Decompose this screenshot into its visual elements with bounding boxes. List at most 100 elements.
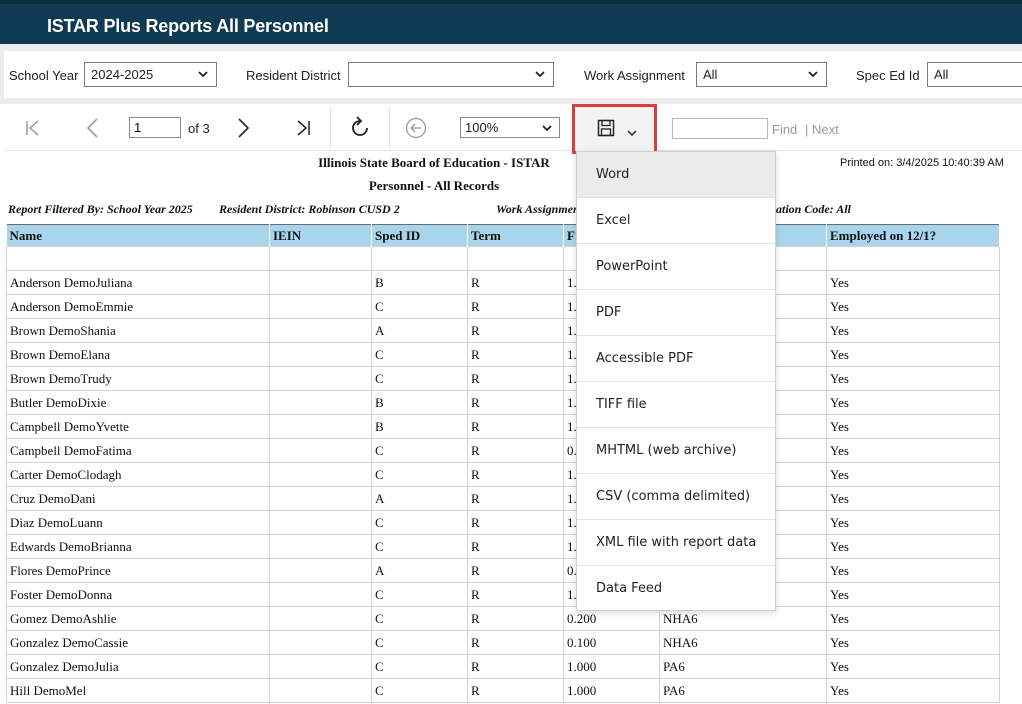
toolbar-separator	[330, 107, 331, 148]
export-option-xml-file-with-report-data[interactable]: XML file with report data	[577, 520, 775, 566]
cell-name: Flores DemoPrince	[6, 558, 270, 583]
cell-sped: A	[371, 318, 468, 343]
cell-pos: PA6	[659, 654, 827, 679]
export-option-mhtml-web-archive[interactable]: MHTML (web archive)	[577, 428, 775, 474]
cell-iein	[269, 366, 372, 391]
cell-term: R	[467, 318, 564, 343]
cell-iein	[269, 486, 372, 511]
table-row: Hill DemoMel C R 1.000 PA6 Yes	[6, 678, 1000, 703]
cell-name: Campbell DemoFatima	[6, 438, 270, 463]
next-link[interactable]: | Next	[805, 122, 839, 137]
cell-name: Carter DemoClodagh	[6, 462, 270, 487]
export-option-csv-comma-delimited[interactable]: CSV (comma delimited)	[577, 474, 775, 520]
cell-term: R	[467, 438, 564, 463]
export-option-accessible-pdf[interactable]: Accessible PDF	[577, 336, 775, 382]
table-row: Carter DemoClodagh C R 1. Yes	[6, 462, 1000, 487]
cell-pos: PA6	[659, 678, 827, 703]
cell-name: Edwards DemoBrianna	[6, 534, 270, 559]
export-option-tiff-file[interactable]: TIFF file	[577, 382, 775, 428]
table-row: Anderson DemoEmmie C R 1. Yes	[6, 294, 1000, 319]
table-row: Brown DemoTrudy C R 1. Yes	[6, 366, 1000, 391]
cell-term: R	[467, 582, 564, 607]
cell-iein	[269, 342, 372, 367]
chevron-down-icon	[627, 130, 637, 137]
cell-emp: Yes	[826, 462, 1000, 487]
chevron-down-icon	[198, 71, 208, 78]
export-option-pdf[interactable]: PDF	[577, 290, 775, 336]
cell-fte: 1.000	[563, 678, 660, 703]
table-row: Brown DemoShania A R 1. Yes	[6, 318, 1000, 343]
cell-term: R	[467, 606, 564, 631]
cell-term: R	[467, 558, 564, 583]
cell-emp: Yes	[826, 486, 1000, 511]
cell-emp: Yes	[826, 582, 1000, 607]
export-option-word[interactable]: Word	[577, 152, 775, 198]
col-employed: Employed on 12/1?	[826, 224, 1000, 247]
zoom-value: 100%	[465, 120, 499, 135]
report-toolbar: of 3 100% Find | Next	[4, 104, 1022, 154]
table-row: Campbell DemoFatima C R 0. Yes	[6, 438, 1000, 463]
table-spacer-row	[6, 246, 1000, 271]
cell-term: R	[467, 462, 564, 487]
chevron-down-icon	[542, 125, 552, 132]
cell-sped: C	[371, 582, 468, 607]
work-assignment-label: Work Assignment	[584, 68, 685, 83]
resident-district-label: Resident District	[246, 68, 341, 83]
cell-pos: NHA6	[659, 630, 827, 655]
cell-emp: Yes	[826, 366, 1000, 391]
cell-sped: C	[371, 654, 468, 679]
table-row: Foster DemoDonna C R 1. Yes	[6, 582, 1000, 607]
back-icon[interactable]	[405, 117, 427, 139]
table-row: Cruz DemoDani A R 1. Yes	[6, 486, 1000, 511]
cell-name: Foster DemoDonna	[6, 582, 270, 607]
cell-iein	[269, 510, 372, 535]
export-option-excel[interactable]: Excel	[577, 198, 775, 244]
next-page-icon[interactable]	[234, 117, 252, 139]
cell-term: R	[467, 294, 564, 319]
cell-name: Campbell DemoYvette	[6, 414, 270, 439]
cell-fte: 0.100	[563, 630, 660, 655]
cell-name: Brown DemoShania	[6, 318, 270, 343]
work-assignment-value: All	[703, 67, 718, 82]
school-year-select[interactable]: 2024-2025	[84, 62, 217, 87]
filter-code: ation Code: All	[776, 202, 851, 216]
cell-sped: B	[371, 270, 468, 295]
cell-iein	[269, 390, 372, 415]
spec-ed-id-select[interactable]: All	[927, 62, 1022, 87]
last-page-icon[interactable]	[294, 119, 312, 137]
cell-sped: C	[371, 678, 468, 703]
toolbar-separator	[389, 107, 390, 148]
first-page-icon[interactable]	[24, 119, 42, 137]
spec-ed-id-value: All	[934, 67, 949, 82]
cell-sped: C	[371, 438, 468, 463]
cell-iein	[269, 606, 372, 631]
cell-iein	[269, 438, 372, 463]
cell-name: Gonzalez DemoCassie	[6, 630, 270, 655]
export-option-powerpoint[interactable]: PowerPoint	[577, 244, 775, 290]
cell-term: R	[467, 342, 564, 367]
cell-emp: Yes	[826, 558, 1000, 583]
resident-district-select[interactable]	[348, 62, 554, 87]
table-header-row: Name IEIN Sped ID Term F Employed on 12/…	[6, 224, 1000, 247]
page-count: of 3	[188, 121, 210, 136]
find-input[interactable]	[672, 118, 768, 139]
cell-emp: Yes	[826, 294, 1000, 319]
page-number-input[interactable]	[129, 117, 181, 138]
cell-sped: C	[371, 366, 468, 391]
zoom-select[interactable]: 100%	[460, 117, 560, 138]
work-assignment-select[interactable]: All	[696, 62, 827, 87]
export-button[interactable]	[572, 104, 657, 154]
prev-page-icon[interactable]	[84, 117, 102, 139]
cell-emp: Yes	[826, 510, 1000, 535]
table-row: Campbell DemoYvette B R 1. Yes	[6, 414, 1000, 439]
export-option-data-feed[interactable]: Data Feed	[577, 566, 775, 612]
cell-term: R	[467, 534, 564, 559]
filter-school-year: Report Filtered By: School Year 2025	[8, 202, 193, 216]
cell-name: Butler DemoDixie	[6, 390, 270, 415]
cell-emp: Yes	[826, 678, 1000, 703]
col-name: Name	[6, 224, 270, 247]
cell-iein	[269, 582, 372, 607]
spacer-cell	[6, 246, 270, 271]
refresh-icon[interactable]	[348, 116, 372, 140]
find-link[interactable]: Find	[772, 122, 797, 137]
